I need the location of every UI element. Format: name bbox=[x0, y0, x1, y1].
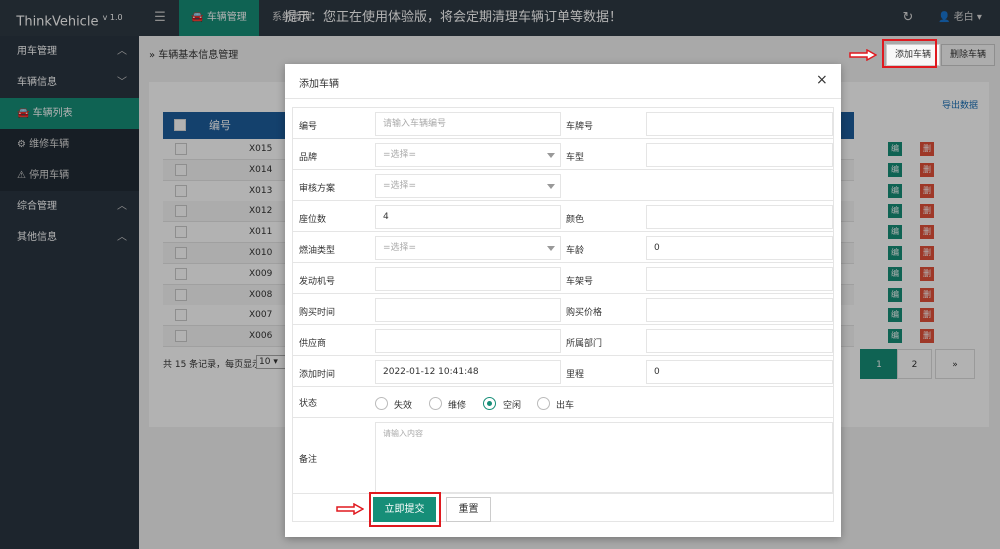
fuel-label: 燃油类型 bbox=[299, 246, 336, 256]
form-row: 供应商 所属部门 bbox=[293, 325, 833, 356]
arrow-right-icon bbox=[336, 503, 364, 515]
price-label: 购买价格 bbox=[566, 308, 603, 318]
mileage-input[interactable]: 0 bbox=[646, 360, 833, 384]
plate-label: 车牌号 bbox=[566, 122, 594, 132]
audit-select[interactable]: =选择= bbox=[375, 174, 561, 198]
status-option-label: 失效 bbox=[394, 401, 413, 411]
color-input[interactable] bbox=[646, 205, 833, 229]
divider bbox=[285, 98, 841, 99]
reset-button[interactable]: 重置 bbox=[446, 497, 491, 522]
highlight-box bbox=[369, 492, 441, 527]
status-radio-repair[interactable] bbox=[429, 397, 442, 410]
status-radio-invalid[interactable] bbox=[375, 397, 388, 410]
add-time-label: 添加时间 bbox=[299, 370, 336, 380]
form-row: 状态 失效 维修 空闲 出车 bbox=[293, 387, 833, 418]
code-input[interactable]: 请输入车辆编号 bbox=[375, 112, 561, 136]
remark-textarea[interactable]: 请输入内容 bbox=[375, 422, 833, 493]
brand-label: 品牌 bbox=[299, 153, 318, 163]
buy-time-label: 购买时间 bbox=[299, 308, 336, 318]
caret-down-icon bbox=[547, 153, 555, 158]
form-row: 购买时间 购买价格 bbox=[293, 294, 833, 325]
audit-value: =选择= bbox=[383, 181, 417, 191]
caret-down-icon bbox=[547, 246, 555, 251]
model-label: 车型 bbox=[566, 153, 585, 163]
code-label: 编号 bbox=[299, 122, 318, 132]
mileage-label: 里程 bbox=[566, 370, 585, 380]
form-row: 添加时间 2022-01-12 10:41:48 里程 0 bbox=[293, 356, 833, 387]
engine-input[interactable] bbox=[375, 267, 561, 291]
form-row: 编号 请输入车辆编号 车牌号 bbox=[293, 108, 833, 139]
status-option-label: 维修 bbox=[448, 401, 467, 411]
age-input[interactable]: 0 bbox=[646, 236, 833, 260]
seats-input[interactable]: 4 bbox=[375, 205, 561, 229]
dept-input[interactable] bbox=[646, 329, 833, 353]
brand-value: =选择= bbox=[383, 150, 417, 160]
age-label: 车龄 bbox=[566, 246, 585, 256]
form-row: 发动机号 车架号 bbox=[293, 263, 833, 294]
frame-input[interactable] bbox=[646, 267, 833, 291]
audit-label: 审核方案 bbox=[299, 184, 336, 194]
price-input[interactable] bbox=[646, 298, 833, 322]
form-row: 品牌 =选择= 车型 bbox=[293, 139, 833, 170]
seats-label: 座位数 bbox=[299, 215, 327, 225]
fuel-select[interactable]: =选择= bbox=[375, 236, 561, 260]
caret-down-icon bbox=[547, 184, 555, 189]
arrow-right-icon bbox=[849, 49, 877, 61]
supplier-input[interactable] bbox=[375, 329, 561, 353]
fuel-value: =选择= bbox=[383, 243, 417, 253]
color-label: 颜色 bbox=[566, 215, 585, 225]
form-row: 座位数 4 颜色 bbox=[293, 201, 833, 232]
status-radio-idle[interactable] bbox=[483, 397, 496, 410]
plate-input[interactable] bbox=[646, 112, 833, 136]
dept-label: 所属部门 bbox=[566, 339, 603, 349]
brand-select[interactable]: =选择= bbox=[375, 143, 561, 167]
frame-label: 车架号 bbox=[566, 277, 594, 287]
status-radio-out[interactable] bbox=[537, 397, 550, 410]
buy-time-input[interactable] bbox=[375, 298, 561, 322]
modal-title: 添加车辆 bbox=[299, 79, 339, 90]
status-option-label: 出车 bbox=[556, 401, 575, 411]
model-input[interactable] bbox=[646, 143, 833, 167]
add-vehicle-modal: 添加车辆 × 编号 请输入车辆编号 车牌号 品牌 =选择= 车型 审核方案 =选… bbox=[285, 64, 841, 537]
form-row: 燃油类型 =选择= 车龄 0 bbox=[293, 232, 833, 263]
status-option-label: 空闲 bbox=[503, 401, 522, 411]
form-row: 审核方案 =选择= bbox=[293, 170, 833, 201]
supplier-label: 供应商 bbox=[299, 339, 327, 349]
close-icon[interactable]: × bbox=[816, 72, 828, 88]
status-label: 状态 bbox=[299, 399, 318, 409]
remark-label: 备注 bbox=[299, 455, 318, 465]
add-time-input[interactable]: 2022-01-12 10:41:48 bbox=[375, 360, 561, 384]
vehicle-form: 编号 请输入车辆编号 车牌号 品牌 =选择= 车型 审核方案 =选择= 座位数 … bbox=[292, 107, 834, 522]
highlight-box bbox=[882, 39, 937, 68]
engine-label: 发动机号 bbox=[299, 277, 336, 287]
